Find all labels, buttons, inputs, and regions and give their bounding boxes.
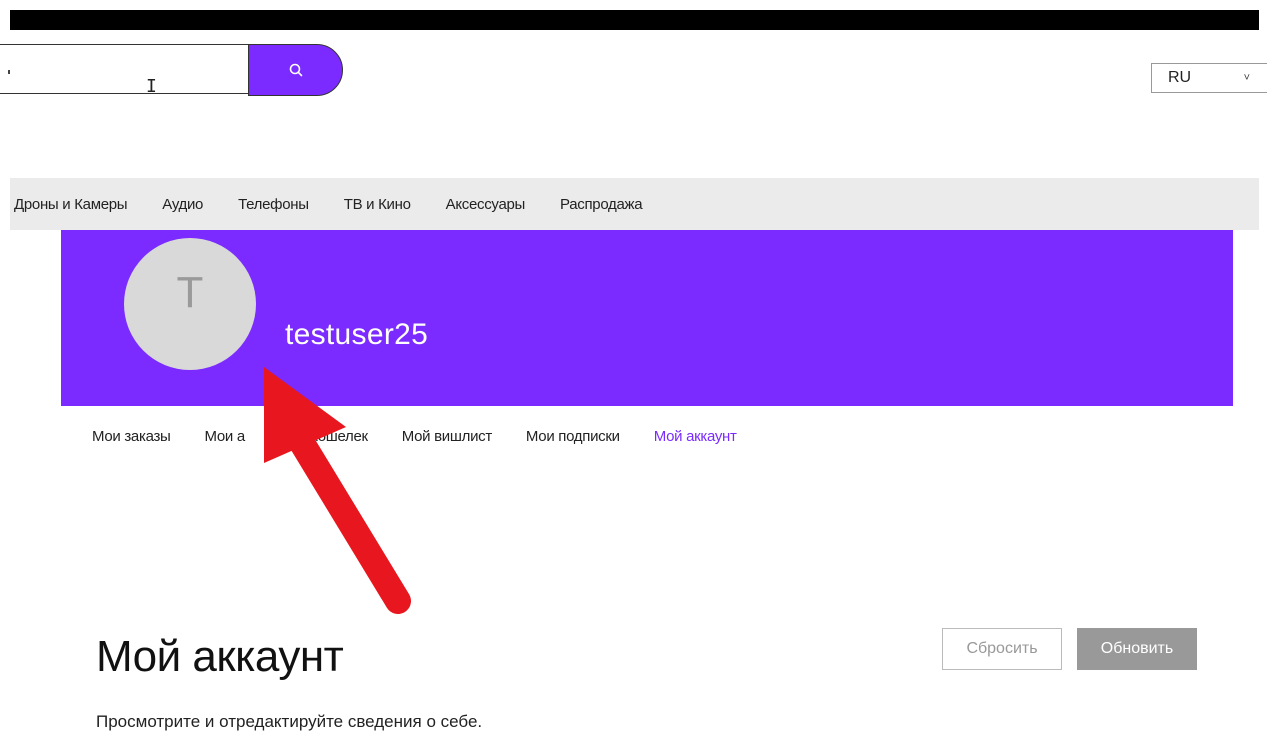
nav-item-accessories[interactable]: Аксессуары (446, 196, 526, 213)
account-nav: Мои заказы Мои а Мой кошелек Мой вишлист… (92, 428, 771, 445)
language-select[interactable]: RU ˅ (1151, 63, 1267, 93)
username: testuser25 (285, 318, 429, 351)
avatar[interactable]: T (124, 238, 256, 370)
nav-item-drones-cameras[interactable]: Дроны и Камеры (14, 196, 128, 213)
language-value: RU (1168, 69, 1192, 86)
nav-item-tv-movies[interactable]: ТВ и Кино (344, 196, 411, 213)
search-button[interactable] (248, 44, 343, 96)
update-button[interactable]: Обновить (1077, 628, 1197, 670)
top-black-bar (10, 10, 1259, 30)
search-input[interactable] (0, 45, 260, 93)
tab-my-orders[interactable]: Мои заказы (92, 428, 171, 445)
input-edge-mark (8, 70, 10, 74)
nav-item-sale[interactable]: Распродажа (560, 196, 643, 213)
nav-item-phones[interactable]: Телефоны (238, 196, 309, 213)
page-title: Мой аккаунт (96, 632, 344, 681)
avatar-letter: T (176, 268, 204, 317)
tab-my-subscriptions[interactable]: Мои подписки (526, 428, 620, 445)
text-cursor-icon: I (146, 76, 157, 97)
chevron-down-icon: ˅ (1243, 72, 1250, 84)
search-input-wrapper (0, 44, 260, 94)
category-nav: Дроны и Камеры Аудио Телефоны ТВ и Кино … (10, 178, 1259, 230)
page-description: Просмотрите и отредактируйте сведения о … (96, 712, 483, 731)
annotation-arrow-icon (264, 367, 411, 614)
search-bar (0, 44, 343, 96)
reset-button[interactable]: Сбросить (942, 628, 1062, 670)
search-icon (289, 63, 302, 77)
tab-my-addresses[interactable]: Мои а (205, 428, 246, 445)
tab-my-account[interactable]: Мой аккаунт (654, 428, 737, 445)
nav-item-audio[interactable]: Аудио (162, 196, 203, 213)
